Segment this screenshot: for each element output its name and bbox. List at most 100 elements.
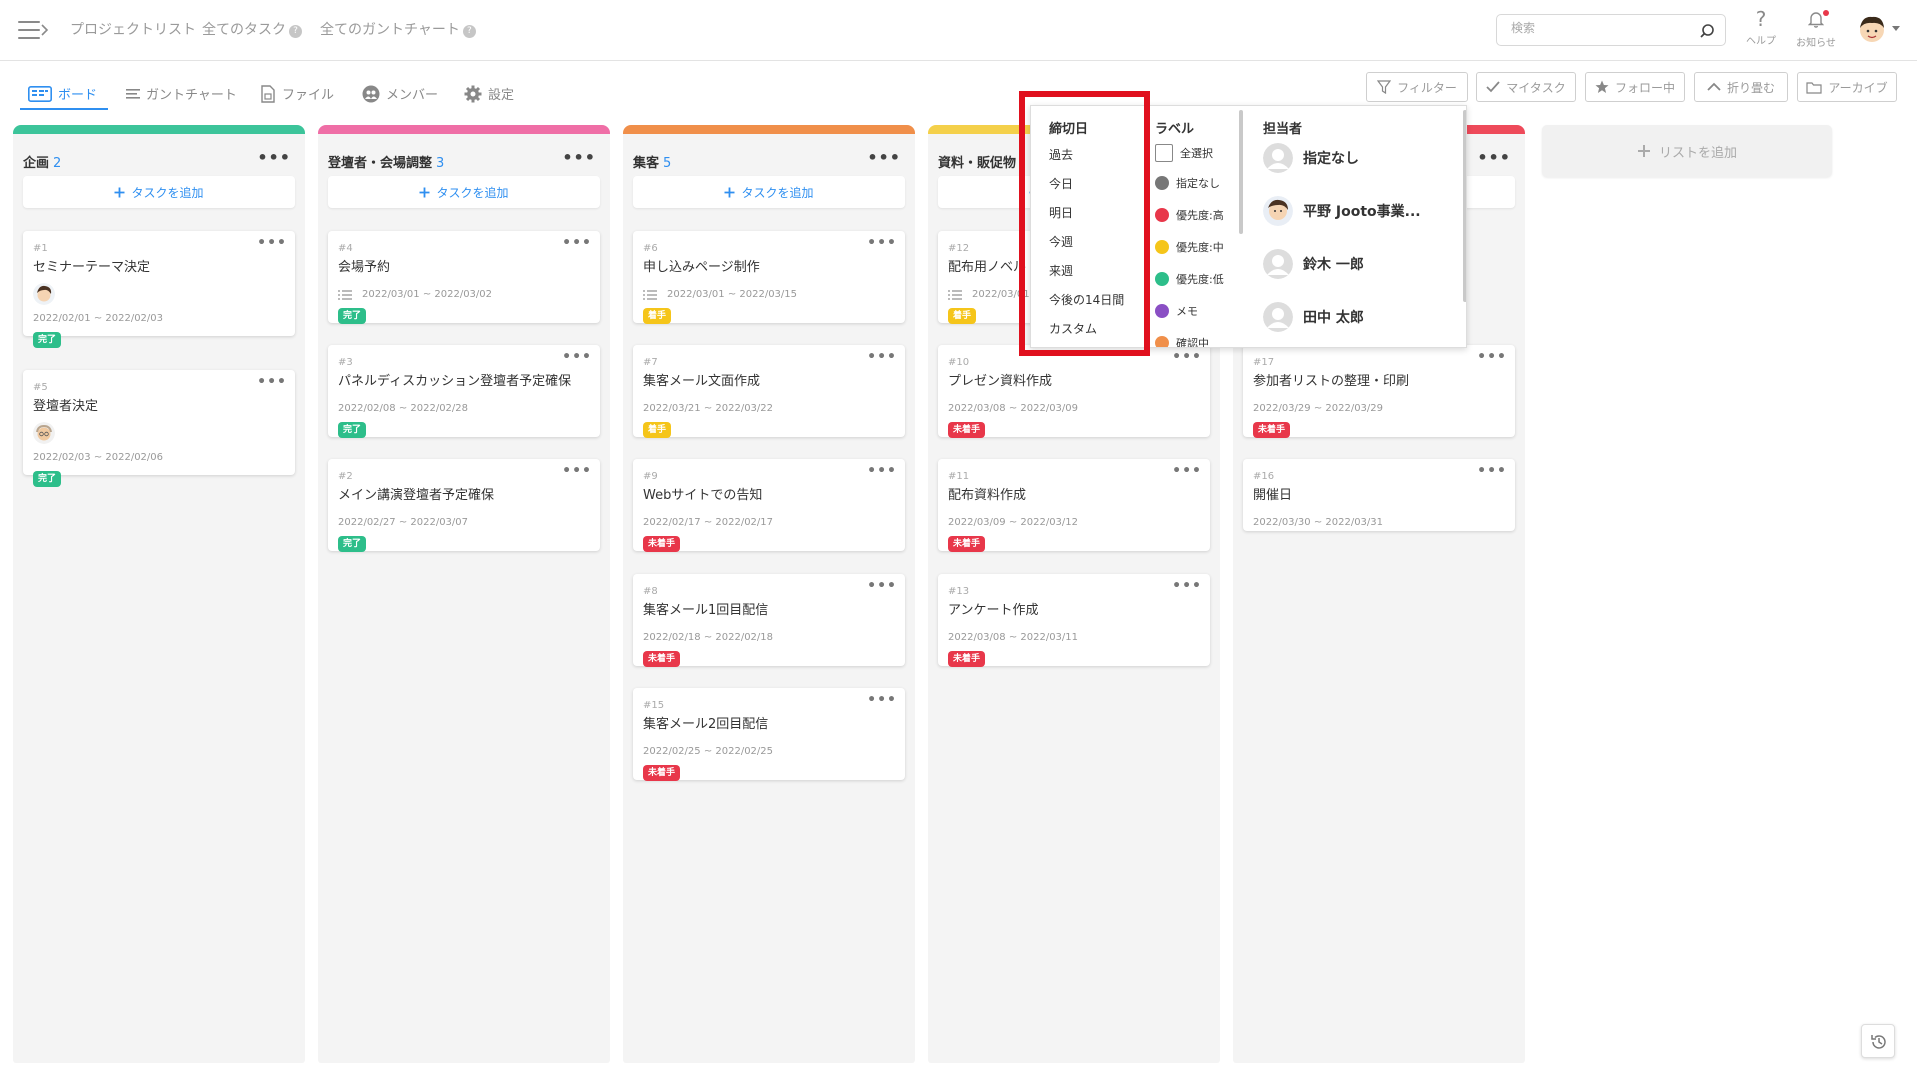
following-button[interactable]: フォロー中	[1585, 72, 1685, 102]
task-date-range: 2022/02/08 ~ 2022/02/28	[338, 403, 469, 414]
tab-gantt[interactable]: ガントチャート	[126, 84, 237, 103]
add-task-button[interactable]: タスクを追加	[633, 176, 905, 208]
search-field[interactable]	[1496, 14, 1726, 46]
task-title: 開催日	[1253, 488, 1293, 503]
history-icon	[1871, 1035, 1886, 1049]
nav-project-list[interactable]: プロジェクトリスト	[70, 19, 196, 39]
card-more-icon[interactable]: •••	[1172, 463, 1202, 479]
menu-icon[interactable]	[18, 19, 50, 41]
task-number: #17	[1253, 357, 1275, 368]
add-list-button[interactable]: リストを追加	[1542, 125, 1832, 177]
label-option[interactable]: 確認中	[1155, 335, 1209, 347]
notifications-button[interactable]: お知らせ	[1796, 10, 1836, 49]
card-more-icon[interactable]: •••	[867, 235, 897, 251]
label-option[interactable]: 優先度:高	[1155, 207, 1224, 223]
assignee-scrollbar[interactable]	[1463, 110, 1466, 302]
task-card[interactable]: #17 ••• 参加者リストの整理・印刷 2022/03/29 ~ 2022/03/2…	[1243, 345, 1515, 438]
task-number: #15	[643, 700, 665, 711]
task-card[interactable]: #2 ••• メイン講演登壇者予定確保 2022/02/27 ~ 2022/03/07…	[328, 459, 600, 552]
help-icon[interactable]: ?	[462, 25, 476, 38]
card-more-icon[interactable]: •••	[257, 235, 287, 251]
card-more-icon[interactable]: •••	[1172, 349, 1202, 365]
label-option[interactable]: 指定なし	[1155, 175, 1220, 191]
task-card[interactable]: #5 ••• 登壇者決定 2022/02/03 ~ 2022/02/06 完了	[23, 370, 295, 487]
my-tasks-button[interactable]: マイタスク	[1476, 72, 1576, 102]
task-title: Webサイトでの告知	[643, 488, 763, 503]
task-date-range: 2022/02/27 ~ 2022/03/07	[338, 517, 469, 528]
card-more-icon[interactable]: •••	[867, 578, 897, 594]
card-more-icon[interactable]: •••	[867, 463, 897, 479]
list-title[interactable]: 集客 5	[633, 152, 671, 171]
task-card[interactable]: #8 ••• 集客メール1回目配信 2022/02/18 ~ 2022/02/18 未着…	[633, 574, 905, 667]
card-more-icon[interactable]: •••	[867, 349, 897, 365]
task-number: #10	[948, 357, 970, 368]
task-title: 申し込みページ制作	[643, 260, 760, 275]
plus-icon	[114, 187, 125, 197]
help-icon[interactable]: ?	[289, 25, 302, 38]
task-card[interactable]: #1 ••• セミナーテーマ決定 2022/02/01 ~ 2022/02/03 完了	[23, 231, 295, 348]
task-card[interactable]: #11 ••• 配布資料作成 2022/03/09 ~ 2022/03/12 未着手	[938, 459, 1210, 552]
card-more-icon[interactable]: •••	[257, 374, 287, 390]
user-menu[interactable]	[1858, 14, 1904, 44]
nav-all-tasks[interactable]: 全てのタスク?	[202, 19, 302, 39]
label-option[interactable]: 優先度:低	[1155, 271, 1224, 287]
label-option-text: 優先度:低	[1176, 273, 1224, 286]
card-more-icon[interactable]: •••	[562, 349, 592, 365]
task-card[interactable]: #7 ••• 集客メール文面作成 2022/03/21 ~ 2022/03/22 着手	[633, 345, 905, 438]
collapse-button[interactable]: 折り畳む	[1694, 72, 1788, 102]
archive-button[interactable]: アーカイブ	[1797, 72, 1897, 102]
label-scrollbar[interactable]	[1239, 110, 1243, 234]
tab-board[interactable]: ボード	[28, 84, 97, 103]
gear-icon	[464, 85, 482, 102]
assignee-heading: 担当者	[1263, 122, 1303, 137]
list-title[interactable]: 企画 2	[23, 152, 61, 171]
card-more-icon[interactable]: •••	[867, 692, 897, 708]
task-title: 集客メール1回目配信	[643, 603, 769, 618]
assignee-option[interactable]: 田中 太郎	[1263, 302, 1364, 332]
card-more-icon[interactable]: •••	[562, 463, 592, 479]
label-option[interactable]: 優先度:中	[1155, 239, 1224, 255]
list-more-icon[interactable]: •••	[867, 148, 901, 167]
list-title[interactable]: 登壇者・会場調整 3	[328, 152, 444, 171]
list-title[interactable]: 資料・販促物	[938, 152, 1016, 171]
task-card[interactable]: #4 ••• 会場予約 2022/03/01 ~ 2022/03/02 完了	[328, 231, 600, 324]
tab-files[interactable]: ファイル	[260, 84, 334, 103]
task-card[interactable]: #15 ••• 集客メール2回目配信 2022/02/25 ~ 2022/02/25 未…	[633, 688, 905, 781]
list-more-icon[interactable]: •••	[562, 148, 596, 167]
search-icon[interactable]	[1699, 23, 1715, 39]
card-more-icon[interactable]: •••	[1477, 463, 1507, 479]
search-input[interactable]	[1511, 21, 1691, 35]
status-badge: 未着手	[643, 765, 681, 781]
label-select-all[interactable]: 全選択	[1155, 144, 1213, 162]
nav-all-gantt[interactable]: 全てのガントチャート?	[320, 19, 476, 39]
list-more-icon[interactable]: •••	[257, 148, 291, 167]
task-card[interactable]: #6 ••• 申し込みページ制作 2022/03/01 ~ 2022/03/15 着手	[633, 231, 905, 324]
task-card[interactable]: #9 ••• Webサイトでの告知 2022/02/17 ~ 2022/02/17 未着…	[633, 459, 905, 552]
task-card[interactable]: #3 ••• パネルディスカッション登壇者予定確保 2022/02/08 ~ 2022…	[328, 345, 600, 438]
chevron-up-icon	[1707, 82, 1721, 91]
tab-members[interactable]: メンバー	[362, 84, 438, 103]
filter-button[interactable]: フィルター	[1366, 72, 1468, 102]
user-avatar[interactable]	[1858, 14, 1886, 44]
task-card[interactable]: #13 ••• アンケート作成 2022/03/08 ~ 2022/03/11 未着手	[938, 574, 1210, 667]
label-option[interactable]: メモ	[1155, 303, 1198, 319]
gantt-icon	[126, 88, 140, 99]
assignee-option[interactable]: 指定なし	[1263, 143, 1359, 173]
task-number: #1	[33, 243, 48, 254]
add-task-button[interactable]: タスクを追加	[328, 176, 600, 208]
assignee-option[interactable]: 平野 Jooto事業...	[1263, 196, 1421, 226]
tab-settings[interactable]: 設定	[464, 84, 514, 103]
assignee-option[interactable]: 鈴木 一郎	[1263, 249, 1364, 279]
card-more-icon[interactable]: •••	[1477, 349, 1507, 365]
help-button[interactable]: ? ヘルプ	[1746, 9, 1776, 47]
add-task-button[interactable]: タスクを追加	[23, 176, 295, 208]
task-card[interactable]: #10 ••• プレゼン資料作成 2022/03/08 ~ 2022/03/09 未着手	[938, 345, 1210, 438]
plus-icon	[419, 187, 430, 197]
task-card[interactable]: #16 ••• 開催日 2022/03/30 ~ 2022/03/31	[1243, 459, 1515, 531]
card-more-icon[interactable]: •••	[562, 235, 592, 251]
task-number: #4	[338, 243, 353, 254]
history-button[interactable]	[1861, 1024, 1895, 1058]
card-more-icon[interactable]: •••	[1172, 578, 1202, 594]
select-all-checkbox[interactable]	[1155, 144, 1173, 162]
list-more-icon[interactable]: •••	[1477, 148, 1511, 167]
